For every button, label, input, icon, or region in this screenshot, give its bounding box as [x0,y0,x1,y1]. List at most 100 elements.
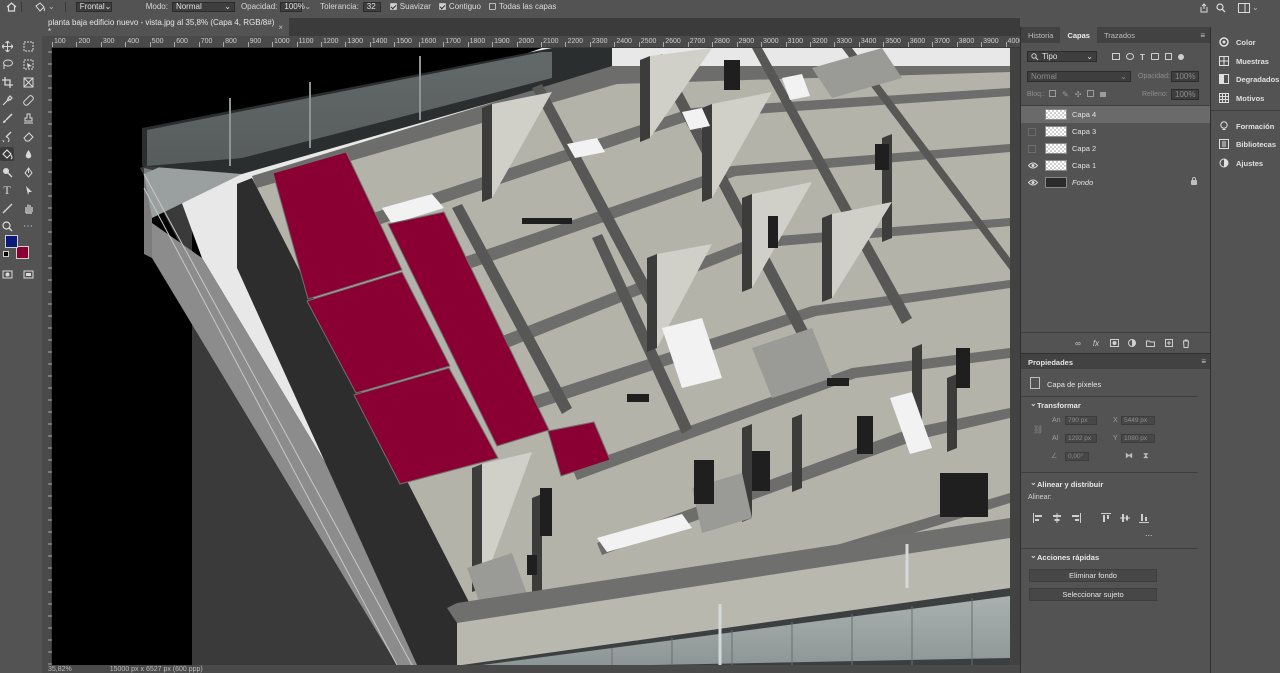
eyedropper-tool-icon[interactable] [0,93,14,107]
align-bottom-icon[interactable] [1139,513,1149,523]
dock-learn[interactable]: Formación [1211,117,1280,135]
line-tool-icon[interactable] [0,201,14,215]
share-icon[interactable] [1199,1,1209,14]
quick-mask-icon[interactable] [0,267,14,281]
visibility-toggle[interactable] [1028,144,1036,153]
vertical-scrollbar[interactable] [1010,48,1020,665]
lock-all-icon[interactable] [1100,92,1107,97]
dock-swatches[interactable]: Muestras [1211,52,1280,70]
angle-field[interactable]: 0,00° [1065,452,1089,461]
paint-bucket-icon[interactable]: ⌄ [34,0,55,13]
layer-name[interactable]: Fondo [1072,178,1093,187]
workspace-icon[interactable]: ⌄ [1238,1,1259,14]
link-layers-icon[interactable]: ∞ [1073,338,1083,348]
dock-adjustments[interactable]: Ajustes [1211,154,1280,172]
mode-select[interactable]: Normal ⌄ [171,1,235,12]
path-selection-tool-icon[interactable] [21,183,35,197]
foreground-color-swatch[interactable] [5,235,18,248]
layer-row-fondo[interactable]: Fondo [1021,174,1211,191]
contiguous-checkbox[interactable]: Contiguo [438,0,481,13]
frame-tool-icon[interactable] [21,75,35,89]
lock-transparency-icon[interactable] [1049,90,1056,97]
adjustment-layer-icon[interactable] [1127,338,1137,348]
new-layer-icon[interactable] [1164,338,1174,348]
adjustment-filter-icon[interactable] [1126,53,1134,60]
layer-name[interactable]: Capa 1 [1072,161,1096,170]
layer-name[interactable]: Capa 4 [1072,110,1096,119]
type-tool-icon[interactable]: T [0,183,14,197]
layer-row-capa-2[interactable]: Capa 2 [1021,140,1211,157]
lock-pixels-icon[interactable]: ✎ [1062,90,1069,99]
document-tab[interactable]: planta baja edificio nuevo - vista.jpg a… [42,18,289,36]
width-field[interactable]: 790 px [1065,416,1097,425]
screen-mode-icon[interactable] [21,267,35,281]
move-tool-icon[interactable] [0,39,14,53]
quick-actions-title[interactable]: Acciones rápidas [1030,551,1099,562]
type-filter-icon[interactable]: T [1140,53,1145,62]
smart-object-filter-icon[interactable] [1164,53,1172,60]
flip-vertical-icon[interactable]: ⧗ [1143,451,1149,461]
blur-tool-icon[interactable] [21,147,35,161]
layer-name[interactable]: Capa 2 [1072,144,1096,153]
filter-toggle-icon[interactable] [1177,54,1184,60]
antialias-checkbox[interactable]: Suavizar [389,0,431,13]
remove-background-button[interactable]: Eliminar fondo [1029,569,1157,582]
home-icon[interactable] [6,0,17,13]
shape-filter-icon[interactable] [1150,53,1159,60]
align-center-h-icon[interactable] [1052,513,1062,523]
align-center-v-icon[interactable] [1120,513,1130,523]
tolerance-field[interactable]: 32 [362,1,381,12]
more-options-icon[interactable]: ... [1145,528,1153,538]
visibility-toggle[interactable] [1028,127,1036,136]
object-select-tool-icon[interactable] [21,57,35,71]
chevron-down-icon[interactable]: ⌄ [304,2,311,11]
pen-tool-icon[interactable] [21,165,35,179]
marquee-tool-icon[interactable] [21,39,35,53]
transform-section-title[interactable]: Transformar [1030,399,1081,410]
fill-source-select[interactable]: Frontal ⌄ [75,1,112,12]
dodge-tool-icon[interactable] [0,165,14,179]
align-right-icon[interactable] [1071,513,1081,523]
all-layers-checkbox[interactable]: Todas las capas [488,0,556,13]
blend-mode-select[interactable]: Normal ⌄ [1027,71,1131,82]
y-field[interactable]: 1080 px [1121,434,1155,443]
eraser-tool-icon[interactable] [21,129,35,143]
hand-tool-icon[interactable] [21,201,35,215]
lock-icon[interactable] [1191,177,1197,185]
opacity-field[interactable]: 100% [280,1,305,12]
horizontal-ruler[interactable]: 100 200 300 400 500 600 700 800 900 1000 1100 1200 1… [52,36,1020,48]
history-brush-tool-icon[interactable] [0,129,14,143]
paint-bucket-tool-icon[interactable] [0,147,14,161]
vertical-ruler[interactable] [42,48,52,665]
layer-row-capa-4[interactable]: Capa 4 [1021,106,1211,123]
dock-patterns[interactable]: Motivos [1211,89,1280,107]
eye-icon[interactable] [1028,162,1038,170]
layer-opacity-field[interactable]: 100% [1171,71,1199,82]
align-left-icon[interactable] [1033,513,1043,523]
dock-gradients[interactable]: Degradados [1211,70,1280,88]
delete-layer-icon[interactable] [1181,338,1191,348]
layer-filter-select[interactable]: Tipo ⌄ [1027,51,1097,62]
lock-position-icon[interactable]: ✣ [1075,90,1082,99]
dock-color[interactable]: Color [1211,33,1280,51]
panel-menu-icon[interactable]: ≡ [1201,357,1206,366]
new-group-icon[interactable] [1145,338,1155,348]
zoom-tool-icon[interactable] [0,219,14,233]
align-top-icon[interactable] [1101,513,1111,523]
layer-style-icon[interactable]: fx [1091,338,1101,348]
default-colors-icon[interactable] [3,251,9,257]
zoom-level[interactable]: 35,82% [48,666,72,673]
layer-name[interactable]: Capa 3 [1072,127,1096,136]
healing-brush-tool-icon[interactable] [21,93,35,107]
flip-horizontal-icon[interactable]: ⧓ [1125,451,1133,460]
visibility-toggle[interactable] [1028,110,1036,119]
tab-history[interactable]: Historia [1021,27,1060,43]
lasso-tool-icon[interactable] [0,57,14,71]
layer-row-capa-1[interactable]: Capa 1 [1021,157,1211,174]
stamp-tool-icon[interactable] [21,111,35,125]
document-canvas[interactable] [52,48,1010,665]
select-subject-button[interactable]: Seleccionar sujeto [1029,588,1157,601]
fill-field[interactable]: 100% [1171,89,1199,100]
dock-libraries[interactable]: Bibliotecas [1211,135,1280,153]
crop-tool-icon[interactable] [0,75,14,89]
